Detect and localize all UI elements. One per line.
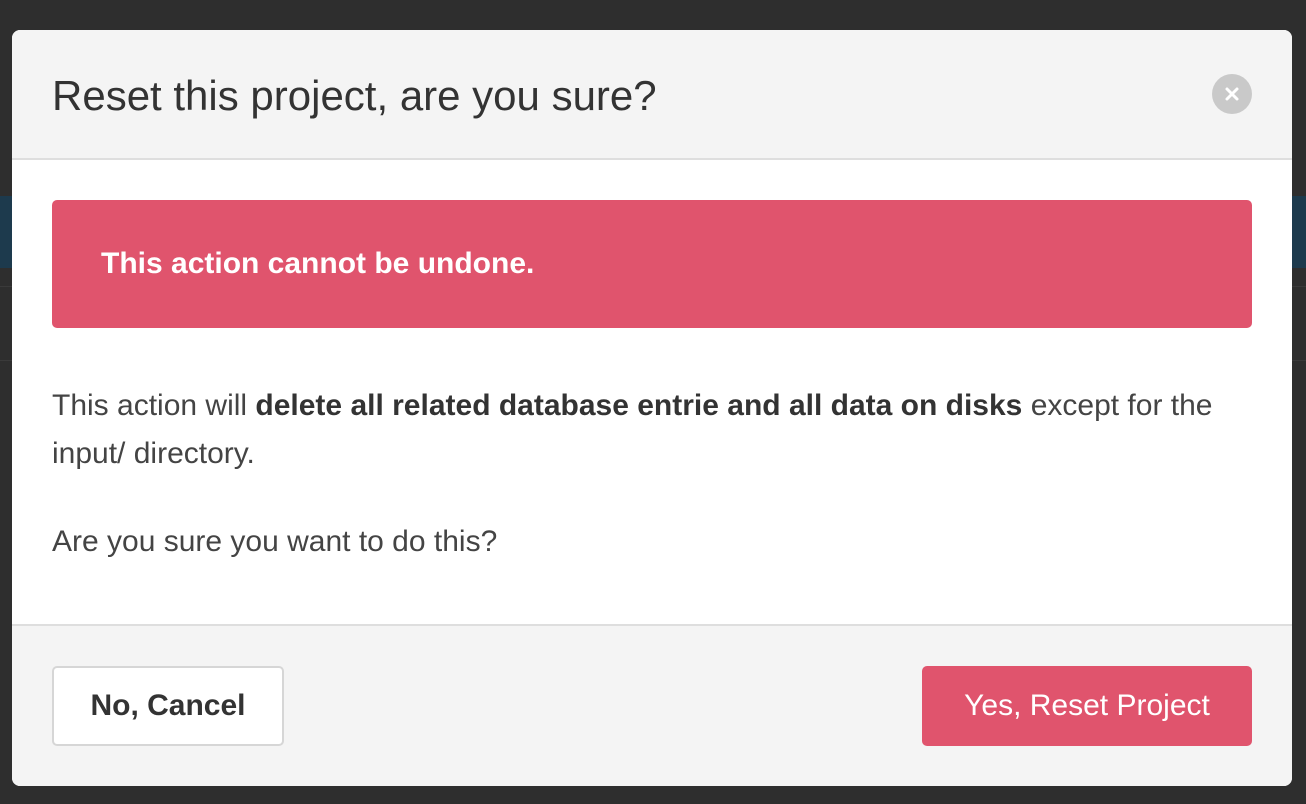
modal-body: This action cannot be undone. This actio… [12,160,1292,626]
warning-description: This action will delete all related data… [52,382,1232,478]
close-button[interactable] [1212,74,1252,114]
confirm-reset-button[interactable]: Yes, Reset Project [922,666,1252,746]
description-emphasis: delete all related database entrie and a… [255,389,1023,422]
description-prefix: This action will [52,389,256,422]
danger-alert: This action cannot be undone. [52,200,1252,328]
close-icon [1225,87,1239,101]
alert-text: This action cannot be undone. [101,247,535,280]
modal-header: Reset this project, are you sure? [12,30,1292,160]
confirmation-question: Are you sure you want to do this? [52,525,498,558]
modal-title: Reset this project, are you sure? [52,72,657,119]
modal-footer: No, Cancel Yes, Reset Project [12,626,1292,786]
cancel-button[interactable]: No, Cancel [52,666,284,746]
reset-project-modal: Reset this project, are you sure? This a… [12,30,1292,786]
